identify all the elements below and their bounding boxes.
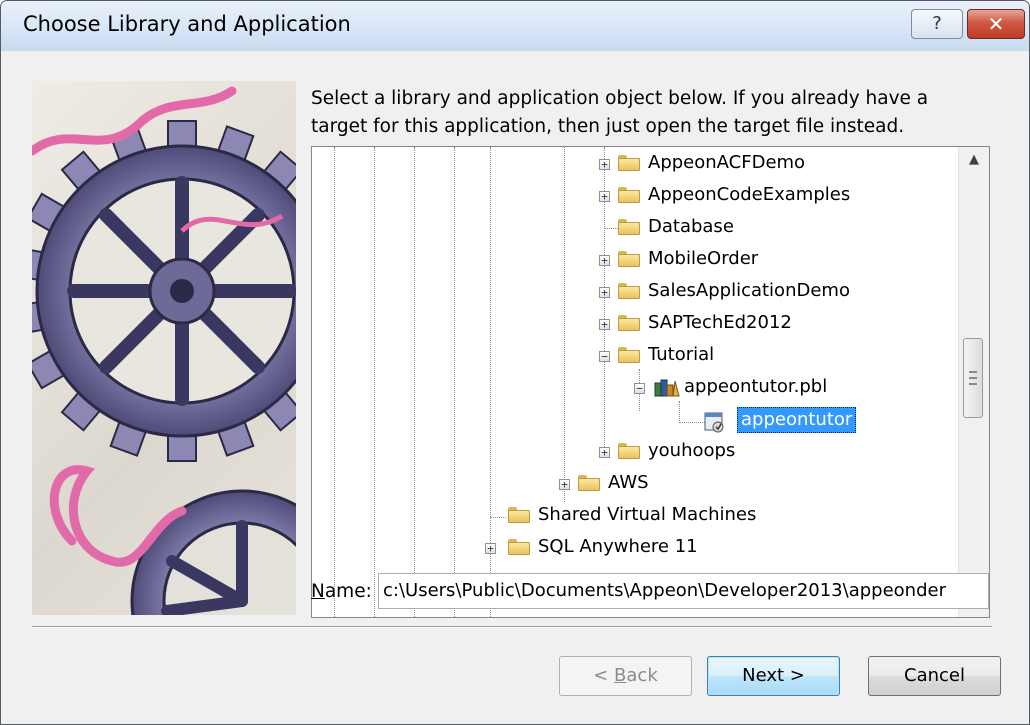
collapse-toggle[interactable]: − xyxy=(634,383,645,394)
tree-item-saptecheds2012[interactable]: + SAPTechEd2012 xyxy=(312,307,952,339)
expand-toggle[interactable]: + xyxy=(599,319,610,330)
title-bar[interactable]: Choose Library and Application ? ✕ xyxy=(1,1,1029,51)
tree-item-label: MobileOrder xyxy=(648,248,759,269)
tree-item-label: AWS xyxy=(608,472,649,493)
tree-item-sql-anywhere-11[interactable]: + SQL Anywhere 11 xyxy=(312,531,952,563)
instructions-text: Select a library and application object … xyxy=(311,85,1001,141)
expand-toggle[interactable]: + xyxy=(599,447,610,458)
folder-icon xyxy=(578,475,600,491)
tree-item-youhoops[interactable]: + youhoops xyxy=(312,435,952,467)
tree-item-label: appeontutor.pbl xyxy=(684,376,828,397)
expand-toggle[interactable]: + xyxy=(599,287,610,298)
tree-item-label-selected: appeontutor xyxy=(737,407,857,433)
tree-item-label: SAPTechEd2012 xyxy=(648,312,792,333)
application-icon xyxy=(704,411,726,433)
folder-icon xyxy=(618,251,640,267)
instructions-line-2: target for this application, then just o… xyxy=(311,116,905,137)
tree-item-mobileorder[interactable]: + MobileOrder xyxy=(312,243,952,275)
folder-icon xyxy=(508,539,530,555)
scrollbar-thumb[interactable] xyxy=(963,338,983,418)
back-mnemonic: B xyxy=(614,665,627,686)
window-title: Choose Library and Application xyxy=(23,12,351,36)
expand-toggle[interactable]: + xyxy=(599,191,610,202)
tree-item-salesapplicationdemo[interactable]: + SalesApplicationDemo xyxy=(312,275,952,307)
tree-item-label: AppeonCodeExamples xyxy=(648,184,851,205)
folder-icon xyxy=(618,283,640,299)
dialog-client-area: Select a library and application object … xyxy=(1,51,1029,724)
cancel-button[interactable]: Cancel xyxy=(868,656,1001,696)
folder-icon xyxy=(618,155,640,171)
folder-icon xyxy=(618,219,640,235)
tree-item-label: Database xyxy=(648,216,734,237)
tree-item-database[interactable]: Database xyxy=(312,211,952,243)
tree-item-label: Tutorial xyxy=(648,344,715,365)
folder-icon xyxy=(618,347,640,363)
expand-toggle[interactable]: + xyxy=(599,255,610,266)
tree-item-label: youhoops xyxy=(648,440,736,461)
folder-icon xyxy=(618,443,640,459)
collapse-toggle[interactable]: − xyxy=(599,351,610,362)
tree-item-label: AppeonACFDemo xyxy=(648,152,806,173)
back-button[interactable]: < Back xyxy=(559,656,692,696)
scroll-up-arrow-icon[interactable]: ▲ xyxy=(959,147,989,173)
name-input[interactable]: c:\Users\Public\Documents\Appeon\Develop… xyxy=(378,573,989,609)
tree-item-aws[interactable]: + AWS xyxy=(312,467,952,499)
tree-item-label: SalesApplicationDemo xyxy=(648,280,850,301)
tree-item-tutorial[interactable]: − Tutorial xyxy=(312,339,952,371)
library-icon xyxy=(654,377,680,397)
next-button[interactable]: Next > xyxy=(707,656,840,696)
tree-item-appeontutor-application[interactable]: appeontutor xyxy=(312,403,952,435)
tree-item-label: SQL Anywhere 11 xyxy=(538,536,698,557)
expand-toggle[interactable]: + xyxy=(485,543,496,554)
instructions-line-1: Select a library and application object … xyxy=(311,88,929,109)
name-label-mnemonic: N xyxy=(311,581,325,602)
tree-item-label: Shared Virtual Machines xyxy=(538,504,757,525)
name-field-label: Name: xyxy=(311,581,372,602)
wizard-gear-illustration xyxy=(32,81,296,615)
name-label-rest: ame: xyxy=(324,581,372,602)
tree-vertical-scrollbar[interactable]: ▲ ▼ xyxy=(958,147,989,617)
help-button[interactable]: ? xyxy=(911,9,963,39)
tree-item-shared-virtual-machines[interactable]: Shared Virtual Machines xyxy=(312,499,952,531)
folder-icon xyxy=(618,187,640,203)
close-button[interactable]: ✕ xyxy=(967,9,1025,39)
folder-icon xyxy=(618,315,640,331)
folder-icon xyxy=(508,507,530,523)
expand-toggle[interactable]: + xyxy=(559,479,570,490)
tree-item-appeontutor-pbl[interactable]: − appeontutor.pbl xyxy=(312,371,952,403)
dialog-window: Choose Library and Application ? ✕ Selec… xyxy=(0,0,1030,725)
tree-item-appeonacfdemo[interactable]: + AppeonACFDemo xyxy=(312,147,952,179)
tree-item-appeoncodeexamples[interactable]: + AppeonCodeExamples xyxy=(312,179,952,211)
dialog-separator xyxy=(32,626,992,628)
library-tree-view[interactable]: + AppeonACFDemo + AppeonCodeExamples Dat… xyxy=(311,146,990,618)
expand-toggle[interactable]: + xyxy=(599,159,610,170)
